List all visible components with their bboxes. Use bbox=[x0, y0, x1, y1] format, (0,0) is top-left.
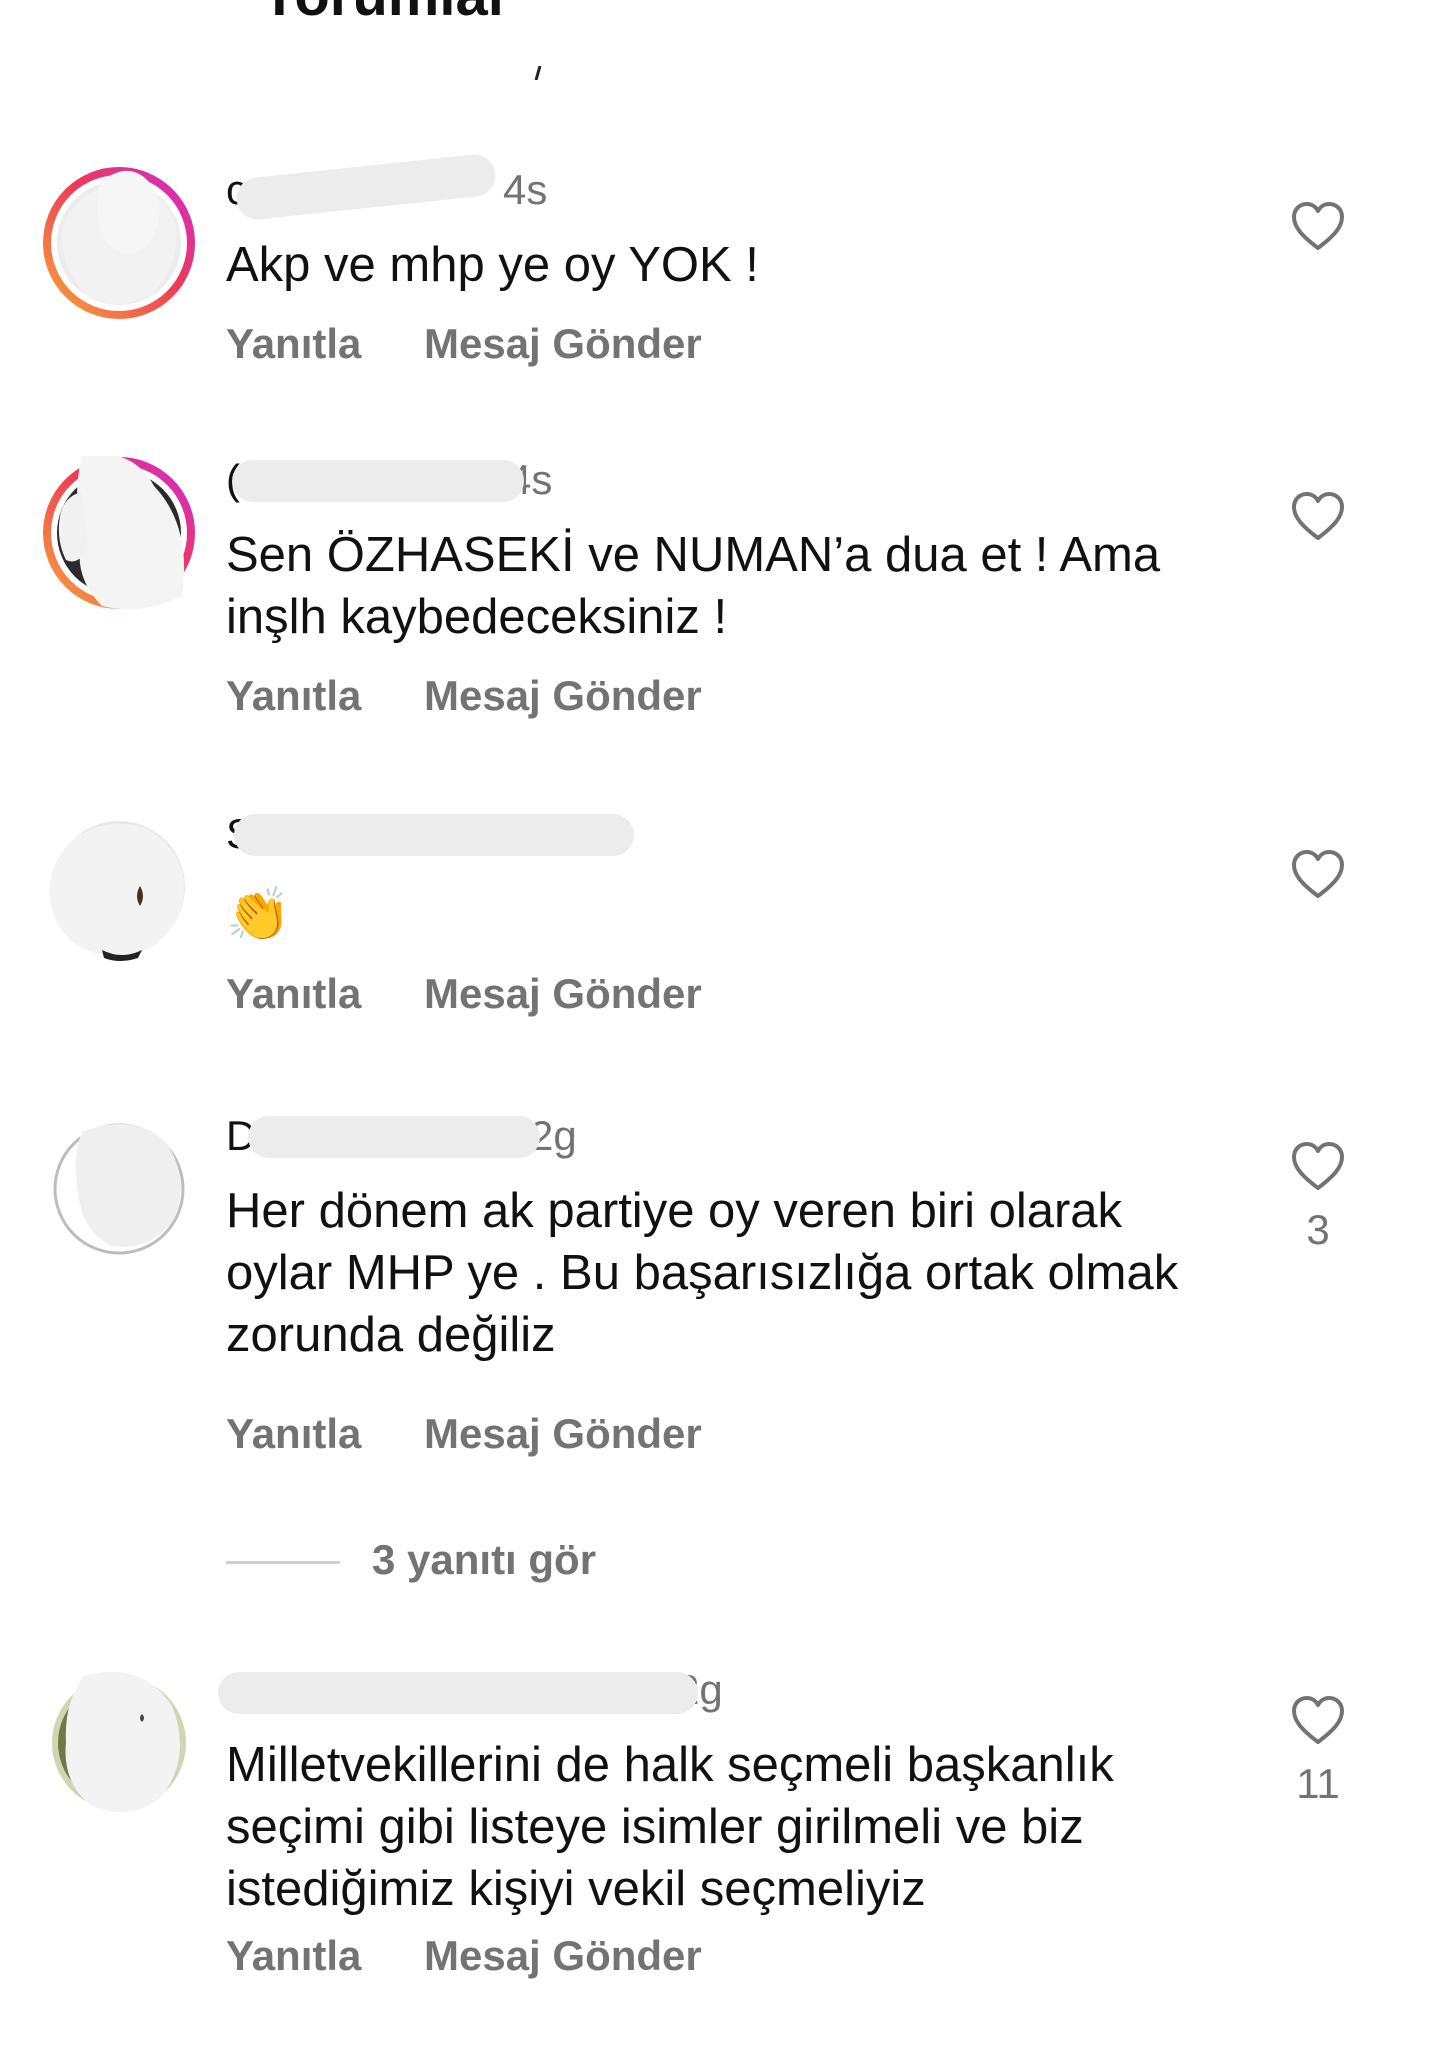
reply-button[interactable]: Yanıtla bbox=[226, 1410, 361, 1458]
comment-text: Her dönem ak partiye oy veren biri olara… bbox=[226, 1184, 1179, 1362]
username-row: ( 4s bbox=[226, 456, 586, 506]
reply-button[interactable]: Yanıtla bbox=[226, 320, 361, 368]
like-column: 3 bbox=[1268, 1140, 1368, 1254]
send-message-button[interactable]: Mesaj Gönder bbox=[424, 1410, 702, 1458]
username-row: 2g bbox=[218, 1666, 723, 1716]
back-arrow-icon[interactable] bbox=[52, 0, 112, 14]
reply-button[interactable]: Yanıtla bbox=[226, 1932, 361, 1980]
share-icon[interactable] bbox=[1310, 0, 1360, 14]
send-message-button[interactable]: Mesaj Gönder bbox=[424, 1932, 702, 1980]
like-column: 11 bbox=[1268, 1694, 1368, 1808]
reply-button[interactable]: Yanıtla bbox=[226, 672, 361, 720]
like-count: 3 bbox=[1306, 1206, 1330, 1253]
heart-icon[interactable] bbox=[1268, 200, 1368, 252]
username-row: D 2g bbox=[226, 1112, 626, 1162]
redaction-scribble bbox=[234, 814, 634, 856]
divider-mark bbox=[534, 65, 542, 81]
avatar[interactable] bbox=[42, 1666, 196, 1820]
redaction-scribble bbox=[232, 460, 524, 502]
send-message-button[interactable]: Mesaj Gönder bbox=[424, 320, 702, 368]
avatar[interactable] bbox=[42, 456, 196, 610]
like-count: 11 bbox=[1296, 1760, 1340, 1807]
redaction-scribble bbox=[218, 1672, 698, 1714]
avatar[interactable] bbox=[42, 166, 196, 320]
comment-text: Milletvekillerini de halk seçmeli başkan… bbox=[226, 1738, 1114, 1916]
redaction-scribble bbox=[234, 152, 498, 222]
send-message-button[interactable]: Mesaj Gönder bbox=[424, 970, 702, 1018]
comment-emoji: 👏 bbox=[226, 886, 291, 944]
like-column bbox=[1268, 200, 1368, 266]
send-message-button[interactable]: Mesaj Gönder bbox=[424, 672, 702, 720]
heart-icon[interactable] bbox=[1268, 1140, 1368, 1192]
username-row: c 4s bbox=[226, 152, 586, 222]
heart-icon[interactable] bbox=[1268, 1694, 1368, 1746]
timestamp: 4s bbox=[503, 166, 548, 213]
comment-text: Akp ve mhp ye oy YOK ! bbox=[226, 238, 759, 292]
comments-screen: Yorumlar c 4s Ak bbox=[0, 0, 1433, 2048]
redaction-scribble bbox=[248, 1116, 540, 1158]
like-column bbox=[1268, 490, 1368, 556]
username-row: S bbox=[226, 810, 646, 860]
comment-text: Sen ÖZHASEKİ ve NUMAN’a dua et ! Ama inş… bbox=[226, 528, 1161, 644]
top-header: Yorumlar bbox=[0, 0, 1433, 28]
avatar[interactable] bbox=[42, 1112, 196, 1266]
heart-icon[interactable] bbox=[1268, 848, 1368, 900]
page-title: Yorumlar bbox=[260, 0, 510, 29]
avatar[interactable] bbox=[42, 810, 196, 964]
like-column bbox=[1268, 848, 1368, 914]
reply-button[interactable]: Yanıtla bbox=[226, 970, 361, 1018]
heart-icon[interactable] bbox=[1268, 490, 1368, 542]
view-replies-link[interactable]: 3 yanıtı gör bbox=[372, 1536, 596, 1584]
reply-thread-line bbox=[226, 1561, 340, 1564]
